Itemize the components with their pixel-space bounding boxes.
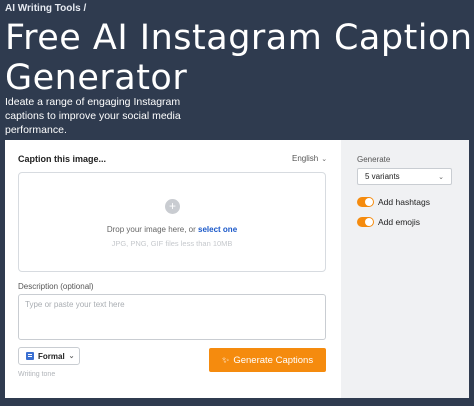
breadcrumb[interactable]: AI Writing Tools / — [5, 3, 86, 14]
language-select[interactable]: English ⌄ — [292, 154, 327, 163]
writing-tone-select[interactable]: Formal ⌄ — [18, 347, 80, 365]
caption-generator-card: Caption this image... English ⌄ + Drop y… — [5, 140, 469, 398]
dropzone-prompt: Drop your image here, or — [106, 225, 196, 234]
chevron-down-icon: ⌄ — [438, 173, 444, 181]
generate-button-label: Generate Captions — [233, 354, 314, 366]
language-value: English — [292, 154, 319, 163]
variants-select[interactable]: 5 variants ⌄ — [357, 168, 452, 185]
dropzone-text: Drop your image here, or select one — [19, 225, 325, 234]
hashtags-label: Add hashtags — [378, 197, 430, 207]
file-type-hint: JPG, PNG, GIF files less than 10MB — [111, 239, 233, 248]
hashtags-toggle-row: Add hashtags — [357, 197, 430, 207]
options-sidebar: Generate 5 variants ⌄ Add hashtags Add e… — [341, 140, 469, 398]
sparkle-icon: ✨︎ — [221, 354, 230, 365]
briefcase-icon — [26, 352, 34, 360]
description-label: Description (optional) — [18, 282, 94, 291]
emojis-toggle-row: Add emojis — [357, 217, 420, 227]
generate-label: Generate — [357, 155, 391, 164]
page-title: Free AI Instagram Caption Generator — [5, 18, 473, 98]
plus-icon: + — [165, 199, 180, 214]
tone-hint: Writing tone — [18, 371, 56, 378]
chevron-down-icon: ⌄ — [68, 353, 75, 360]
emojis-toggle[interactable] — [357, 217, 374, 227]
variants-value: 5 variants — [365, 172, 400, 181]
image-dropzone[interactable]: + Drop your image here, or select one JP… — [18, 172, 326, 272]
hashtags-toggle[interactable] — [357, 197, 374, 207]
caption-label: Caption this image... — [18, 154, 107, 164]
tone-value: Formal — [38, 351, 65, 361]
description-input[interactable] — [18, 294, 326, 340]
generate-captions-button[interactable]: ✨︎ Generate Captions — [209, 348, 326, 372]
select-file-link[interactable]: select one — [198, 225, 237, 234]
page-subtitle: Ideate a range of engaging Instagram cap… — [5, 96, 181, 136]
chevron-down-icon: ⌄ — [321, 155, 328, 163]
emojis-label: Add emojis — [378, 217, 421, 227]
